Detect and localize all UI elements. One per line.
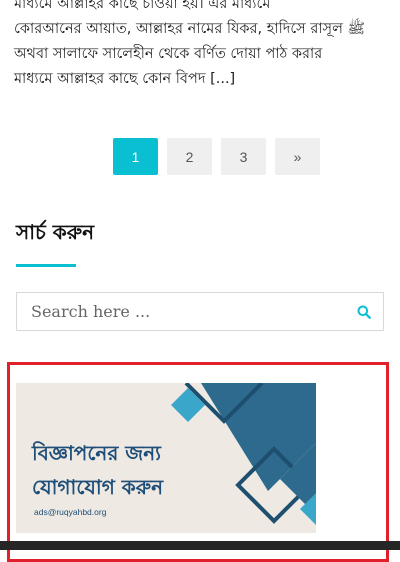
page-2-button[interactable]: 2 [167,138,212,175]
search-widget-title: সার্চ করুন [16,220,95,244]
search-icon [357,305,371,319]
excerpt-line: মাধ্যমে আল্লাহর কাছে কোন বিপদ [...] [14,71,236,87]
search-form [16,292,384,331]
title-underline [16,264,76,267]
excerpt-line: মাধ্যমে আল্লাহর কাছে চাওয়া হয়। এর মাধ্… [14,0,271,12]
search-button[interactable] [345,293,383,330]
pagination: 1 2 3 » [113,138,320,175]
ad-headline-line-1: বিজ্ঞাপনের জন্য [32,441,161,465]
ad-banner[interactable]: বিজ্ঞাপনের জন্য যোগাযোগ করুন ads@ruqyahb… [16,383,316,533]
excerpt-line: কোরআনের আয়াত, আল্লাহর নামের যিকর, হাদিস… [14,21,366,37]
next-page-button[interactable]: » [275,138,320,175]
excerpt-line: অথবা সালাফে সালেহীন থেকে বর্ণিত দোয়া পা… [14,46,323,62]
page-1-button[interactable]: 1 [113,138,158,175]
ad-email: ads@ruqyahbd.org [34,507,107,517]
page-3-button[interactable]: 3 [221,138,266,175]
article-excerpt: মাধ্যমে আল্লাহর কাছে চাওয়া হয়। এর মাধ্… [14,0,394,92]
ad-headline-line-2: যোগাযোগ করুন [32,475,164,499]
search-input[interactable] [17,293,345,330]
footer-strip [0,541,400,550]
